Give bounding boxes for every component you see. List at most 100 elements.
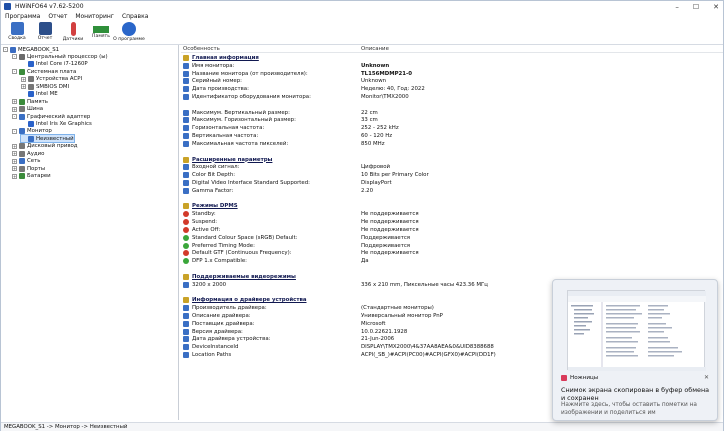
details-header: Особенность Описание xyxy=(181,45,723,53)
detail-row[interactable]: Digital Video Interface Standard Support… xyxy=(181,179,723,187)
tree-expander-icon[interactable]: - xyxy=(12,69,17,75)
menu-help[interactable]: Справка xyxy=(122,13,148,20)
tree-node[interactable]: + Дисковый привод xyxy=(12,143,78,150)
monitor-icon xyxy=(183,187,189,194)
toolbar-button-summary[interactable]: Сводка xyxy=(5,21,29,41)
tree-node[interactable]: + Порты xyxy=(12,165,45,172)
menu-program[interactable]: Программа xyxy=(5,13,40,20)
detail-row[interactable]: Название монитора (от производителя): TL1… xyxy=(181,70,723,78)
detail-row[interactable]: Suspend: Не поддерживается xyxy=(181,218,723,226)
tree-node[interactable]: + Шина xyxy=(12,106,43,113)
close-button[interactable]: ✕ xyxy=(713,3,719,11)
detail-row[interactable]: Дата производства: Неделю: 40, Год: 2022 xyxy=(181,85,723,93)
feature-label: DFP 1.x Compatible: xyxy=(192,258,247,265)
tree-node-icon xyxy=(19,143,25,150)
detail-row[interactable]: Входной сигнал: Цифровой xyxy=(181,163,723,171)
toast-close-button[interactable]: ✕ xyxy=(704,374,709,381)
tree-expander-icon[interactable]: + xyxy=(12,106,17,112)
detail-row[interactable]: Preferred Timing Mode: Поддерживается xyxy=(181,242,723,250)
feature-label: Gamma Factor: xyxy=(192,187,234,194)
tree-node[interactable]: - Графический адаптер xyxy=(12,113,90,120)
tree-node[interactable]: + Устройства ACPI xyxy=(21,76,82,83)
feature-label: Описание драйвера: xyxy=(192,312,251,319)
detail-row[interactable]: Gamma Factor: 2.20 xyxy=(181,187,723,195)
snipping-notification[interactable]: Ножницы ✕ Снимок экрана скопирован в буф… xyxy=(552,279,718,421)
feature-value: 60 - 120 Hz xyxy=(361,133,393,140)
tree-expander-icon[interactable]: + xyxy=(12,151,17,157)
tree-expander-icon[interactable]: + xyxy=(21,84,26,90)
monitor-icon xyxy=(183,305,189,312)
feature-label: Default GTF (Continuous Frequency): xyxy=(192,250,292,257)
detail-row[interactable]: Вертикальная частота: 60 - 120 Hz xyxy=(181,132,723,140)
toolbar-button-save[interactable]: Отчет xyxy=(33,21,57,41)
tree-node[interactable]: Неизвестный xyxy=(20,134,75,144)
toast-app-header: Ножницы xyxy=(561,375,598,381)
detail-row[interactable]: Standard Colour Space (sRGB) Default: Под… xyxy=(181,234,723,242)
screenshot-thumbnail[interactable] xyxy=(567,290,706,371)
tree-expander-icon[interactable]: - xyxy=(3,47,8,52)
tree-expander-icon[interactable]: - xyxy=(12,114,17,120)
column-description[interactable]: Описание xyxy=(361,46,389,52)
detail-row[interactable]: Максимум. Вертикальный размер: 22 cm xyxy=(181,109,723,117)
section-header[interactable]: Режимы DPMS xyxy=(181,203,723,211)
tree-expander-icon[interactable]: + xyxy=(12,158,17,164)
detail-row[interactable]: Серийный номер: Unknown xyxy=(181,77,723,85)
tree-expander-icon[interactable]: - xyxy=(12,54,17,60)
tree-node[interactable]: - MEGABOOK_S1 xyxy=(3,46,59,53)
detail-row[interactable]: Default GTF (Continuous Frequency): Не по… xyxy=(181,250,723,258)
detail-row[interactable]: Горизонтальная частота: 252 - 252 kHz xyxy=(181,124,723,132)
toolbar-button-thermometer[interactable]: Датчики xyxy=(61,21,85,42)
tree-node-icon xyxy=(19,150,25,157)
toolbar-button-info[interactable]: О программе xyxy=(113,21,145,42)
tree-node[interactable]: - Монитор xyxy=(12,128,52,135)
feature-label: Active Off: xyxy=(192,226,221,233)
tree-node[interactable]: + Аудио xyxy=(12,150,44,157)
tree-expander-icon[interactable]: + xyxy=(12,166,17,172)
feature-label: Максимум. Горизонтальный размер: xyxy=(192,117,296,124)
detail-row[interactable]: Имя монитора: Unknown xyxy=(181,62,723,70)
minimize-button[interactable]: – xyxy=(675,3,679,11)
tree-expander-icon[interactable]: + xyxy=(21,76,26,82)
tree-node[interactable]: - Системная плата xyxy=(12,68,76,75)
tree-node-icon xyxy=(28,61,34,68)
tree-node[interactable]: + SMBIOS DMI xyxy=(21,83,69,90)
detail-row[interactable]: DFP 1.x Compatible: Да xyxy=(181,257,723,265)
tree-node[interactable]: Intel Iris Xe Graphics xyxy=(21,121,92,128)
tree-node[interactable]: + Сеть xyxy=(12,158,40,165)
tree-node[interactable]: + Батареи xyxy=(12,173,51,180)
detail-row[interactable]: Active Off: Не поддерживается xyxy=(181,226,723,234)
monitor-icon xyxy=(183,164,189,171)
column-feature[interactable]: Особенность xyxy=(183,46,220,52)
tree-node-icon xyxy=(28,83,34,90)
toolbar-button-memory[interactable]: Память xyxy=(89,21,113,39)
feature-value: (Стандартные мониторы) xyxy=(361,305,434,312)
row-spacer xyxy=(181,195,723,203)
menu-monitoring[interactable]: Мониторинг xyxy=(75,13,114,20)
section-header[interactable]: Главная информация xyxy=(181,54,723,62)
thumbnail-preview xyxy=(568,291,706,371)
tree-node[interactable]: + Память xyxy=(12,98,48,105)
detail-row[interactable]: Максимум. Горизонтальный размер: 33 cm xyxy=(181,117,723,125)
detail-row[interactable]: Color Bit Depth: 10 Bits per Primary Colo… xyxy=(181,171,723,179)
feature-label: Location Paths xyxy=(192,352,232,359)
detail-row[interactable]: Максимальная частота пикселей: 850 MHz xyxy=(181,140,723,148)
tree-expander-icon[interactable]: + xyxy=(12,99,17,105)
feature-value: Не поддерживается xyxy=(361,226,419,233)
thermometer-icon xyxy=(70,22,76,36)
tree-node[interactable]: Intel ME xyxy=(21,91,58,98)
device-tree[interactable]: - MEGABOOK_S1- Центральный процессор (ы) In… xyxy=(1,45,179,420)
tree-expander-icon[interactable]: + xyxy=(12,173,17,179)
tree-expander-icon[interactable]: - xyxy=(12,128,17,134)
tree-node-label: Дисковый привод xyxy=(27,143,78,150)
menu-report[interactable]: Отчет xyxy=(48,13,67,20)
detail-row[interactable]: Standby: Не поддерживается xyxy=(181,210,723,218)
tree-node[interactable]: - Центральный процессор (ы) xyxy=(12,53,108,60)
tree-expander-icon[interactable]: + xyxy=(12,143,17,149)
feature-label: Standby: xyxy=(192,211,216,218)
tree-node[interactable]: Intel Core i7-1260P xyxy=(21,61,88,68)
feature-label: Название монитора (от производителя): xyxy=(192,70,308,77)
detail-row[interactable]: Идентификатор оборудования монитора: Moni… xyxy=(181,93,723,101)
section-header[interactable]: Расширенные параметры xyxy=(181,156,723,164)
monitor-icon xyxy=(183,125,189,132)
maximize-button[interactable]: ☐ xyxy=(693,3,699,11)
